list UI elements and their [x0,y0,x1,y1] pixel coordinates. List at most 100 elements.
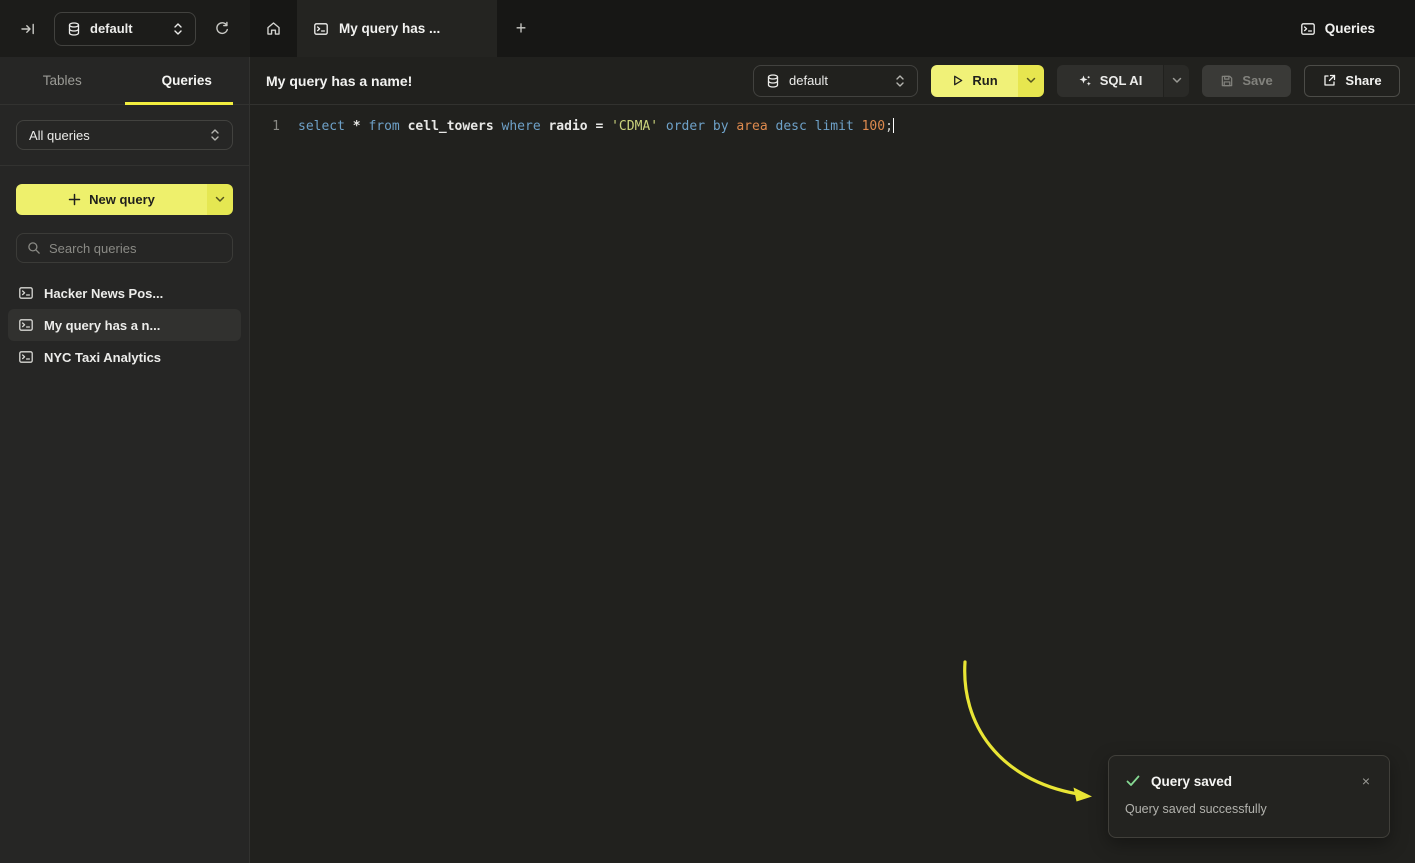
sidebar-tab-tables[interactable]: Tables [0,57,125,104]
toast-title: Query saved [1151,774,1347,789]
sql-token: where [502,119,549,134]
top-database-selector[interactable]: default [54,12,196,46]
tab-label: My query has ... [339,21,440,36]
sql-token: cell_towers [408,119,502,134]
query-list-item[interactable]: Hacker News Pos... [8,277,241,309]
query-filter-select[interactable]: All queries [16,120,233,150]
sql-ai-dropdown[interactable] [1163,65,1189,97]
close-icon[interactable]: × [1357,772,1375,790]
updown-chevron-icon [895,74,905,88]
sql-token: area [736,119,775,134]
refresh-button[interactable] [208,15,236,43]
query-console-icon [18,317,34,333]
sidebar-tab-queries[interactable]: Queries [125,57,250,104]
run-button[interactable]: Run [931,65,1044,97]
run-button-label: Run [972,73,997,88]
query-item-label: My query has a n... [44,318,160,333]
database-icon [766,74,780,88]
query-filter-value: All queries [29,128,201,143]
query-console-icon [313,21,329,37]
sql-token: limit [815,119,862,134]
sql-token: radio [548,119,595,134]
chevron-down-icon [1026,77,1036,84]
top-database-value: default [90,21,164,36]
run-button-main[interactable]: Run [931,65,1018,97]
query-item-label: Hacker News Pos... [44,286,163,301]
sql-token: ; [885,119,893,134]
sql-token: = [595,119,611,134]
sidebar-tabs: Tables Queries [0,57,249,105]
sidebar: Tables Queries All queries [0,57,250,863]
tab-strip: My query has ... + Queries [250,0,1415,57]
share-icon [1322,73,1337,88]
new-tab-button[interactable]: + [497,0,545,57]
top-bar: default [0,0,1415,57]
editor-database-value: default [789,73,886,88]
chevron-down-icon [215,196,225,203]
query-filter-section: All queries [0,105,249,166]
save-button[interactable]: Save [1202,65,1291,97]
new-query-section: New query [0,166,249,215]
query-search[interactable] [16,233,233,263]
new-query-label: New query [89,192,155,207]
tab-my-query[interactable]: My query has ... [297,0,497,57]
query-console-icon [1300,21,1316,37]
editor-toolbar: My query has a name! default [250,57,1415,105]
new-query-dropdown[interactable] [207,184,233,215]
main-panel: My query has a name! default [250,57,1415,863]
save-button-label: Save [1242,73,1272,88]
play-icon [951,74,964,87]
new-query-button[interactable]: New query [16,184,233,215]
updown-chevron-icon [210,128,220,142]
share-button-label: Share [1345,73,1381,88]
database-icon [67,22,81,36]
line-number: 1 [266,118,280,136]
sql-editor[interactable]: 1 select * from cell_towers where radio … [250,105,1415,863]
sql-code: select * from cell_towers where radio = … [298,118,893,136]
sql-ai-main[interactable]: SQL AI [1057,65,1163,97]
home-icon [265,20,282,37]
sidebar-header: default [0,0,250,57]
text-cursor [893,118,895,133]
sql-token: by [713,119,736,134]
toast-message: Query saved successfully [1125,802,1375,816]
app-window: default [0,0,1415,863]
query-list: Hacker News Pos... My query has a n... [0,275,249,375]
sql-token: * [353,119,369,134]
check-icon [1125,773,1141,789]
query-console-icon [18,285,34,301]
queries-indicator[interactable]: Queries [1300,0,1415,57]
home-button[interactable] [250,0,297,57]
query-console-icon [18,349,34,365]
sql-token: desc [776,119,815,134]
sql-line: 1 select * from cell_towers where radio … [266,118,1415,136]
search-icon [27,241,41,255]
sql-token: 'CDMA' [611,119,666,134]
sql-token: 100 [862,119,885,134]
query-item-label: NYC Taxi Analytics [44,350,161,365]
share-button[interactable]: Share [1304,65,1400,97]
sparkle-icon [1078,74,1092,88]
toast-query-saved: Query saved × Query saved successfully [1108,755,1390,838]
save-icon [1220,74,1234,88]
updown-chevron-icon [173,22,183,36]
query-list-item-selected[interactable]: My query has a n... [8,309,241,341]
refresh-icon [214,21,230,37]
collapse-sidebar-icon [20,21,36,37]
topbar-spacer [545,0,1300,57]
collapse-sidebar-button[interactable] [14,15,42,43]
sql-token: order [666,119,713,134]
sql-ai-button[interactable]: SQL AI [1057,65,1189,97]
query-title: My query has a name! [266,73,740,89]
sql-ai-label: SQL AI [1100,73,1143,88]
run-dropdown[interactable] [1018,65,1044,97]
editor-database-selector[interactable]: default [753,65,918,97]
plus-icon [68,193,81,206]
sql-token: select [298,119,353,134]
new-query-main[interactable]: New query [16,184,207,215]
query-search-input[interactable] [49,241,222,256]
sql-token: from [368,119,407,134]
queries-indicator-label: Queries [1325,21,1375,36]
chevron-down-icon [1172,77,1182,84]
query-list-item[interactable]: NYC Taxi Analytics [8,341,241,373]
